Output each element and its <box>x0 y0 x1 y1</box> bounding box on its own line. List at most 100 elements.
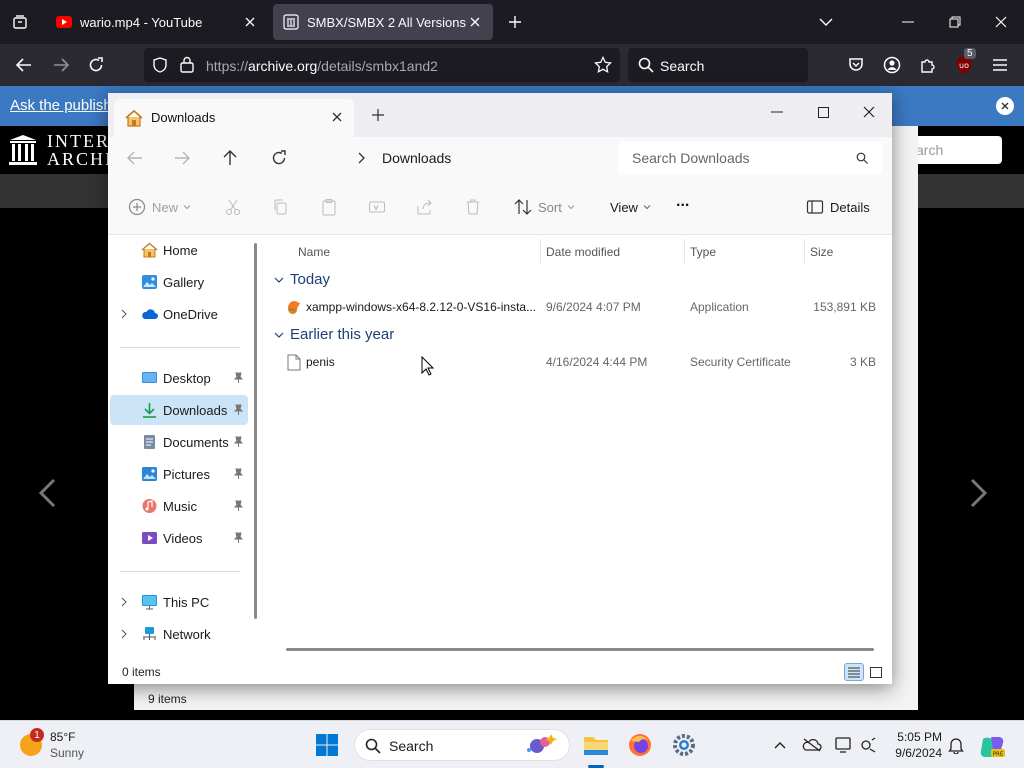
close-icon[interactable] <box>330 110 344 124</box>
taskbar-firefox[interactable] <box>626 731 654 759</box>
network-status-icon <box>861 737 876 753</box>
pocket-button[interactable] <box>844 53 868 77</box>
sidebar-item-documents[interactable]: Documents <box>110 427 248 457</box>
column-divider[interactable] <box>684 239 685 263</box>
reload-button[interactable] <box>84 53 108 77</box>
back-button[interactable] <box>12 53 36 77</box>
view-button[interactable]: View <box>610 196 651 218</box>
explorer-refresh-button[interactable] <box>268 147 290 169</box>
sidebar-item-onedrive[interactable]: OneDrive <box>110 299 248 329</box>
explorer-address-bar: Downloads Search Downloads <box>108 137 892 179</box>
column-header-name[interactable]: Name <box>298 245 330 259</box>
notifications-button[interactable] <box>946 735 966 755</box>
sidebar-item-gallery[interactable]: Gallery <box>110 267 248 297</box>
explorer-close-button[interactable] <box>854 99 884 125</box>
tray-onedrive[interactable] <box>802 735 822 755</box>
paste-icon <box>322 199 336 216</box>
url-text: https://archive.org/details/smbx1and2 <box>206 58 438 74</box>
list-all-tabs-button[interactable] <box>816 12 836 32</box>
explorer-search-input[interactable]: Search Downloads <box>618 142 882 174</box>
copilot-button[interactable]: PRE <box>978 733 1006 761</box>
file-row[interactable]: xampp-windows-x64-8.2.12-0-VS16-insta...… <box>266 293 892 321</box>
info-banner-link[interactable]: Ask the publish <box>10 97 112 114</box>
column-header-type[interactable]: Type <box>690 245 716 259</box>
group-header-today[interactable]: Today <box>274 271 330 288</box>
explorer-maximize-button[interactable] <box>808 99 838 125</box>
close-window-button[interactable] <box>989 10 1013 34</box>
breadcrumb[interactable]: Downloads <box>312 142 608 174</box>
sidebar-item-downloads[interactable]: Downloads <box>110 395 248 425</box>
taskbar-settings[interactable] <box>670 731 698 759</box>
refresh-icon <box>272 150 286 165</box>
column-divider[interactable] <box>804 239 805 263</box>
tray-network[interactable] <box>858 735 878 755</box>
explorer-tab-downloads[interactable]: Downloads <box>114 99 354 137</box>
tab-list-button[interactable] <box>8 10 32 34</box>
dismiss-banner-button[interactable] <box>996 97 1014 115</box>
search-bar[interactable]: Search <box>628 48 808 82</box>
menu-button[interactable] <box>988 53 1012 77</box>
close-tab-button[interactable] <box>467 14 483 30</box>
explorer-back-button[interactable] <box>124 147 146 169</box>
tab-title: SMBX/SMBX 2 All Versions : Wo <box>307 14 467 30</box>
close-tab-button[interactable] <box>242 14 258 30</box>
sidebar-scrollbar[interactable] <box>254 243 257 619</box>
details-pane-button[interactable]: Details <box>806 196 870 218</box>
taskbar-file-explorer[interactable] <box>582 731 610 759</box>
tiles-view-button[interactable] <box>866 663 886 681</box>
show-hidden-icons-button[interactable] <box>770 735 790 755</box>
sidebar-item-network[interactable]: Network <box>110 619 248 649</box>
previous-arrow-icon[interactable] <box>36 478 60 508</box>
taskbar-search[interactable]: Search <box>354 729 570 761</box>
next-arrow-icon[interactable] <box>966 478 990 508</box>
rename-button[interactable] <box>368 196 392 218</box>
chevron-right-icon[interactable] <box>356 152 366 164</box>
tab-archive[interactable]: SMBX/SMBX 2 All Versions : Wo <box>273 4 493 40</box>
system-clock[interactable]: 5:05 PM 9/6/2024 <box>880 729 942 761</box>
extensions-button[interactable] <box>916 53 940 77</box>
paste-button[interactable] <box>320 196 344 218</box>
sidebar-item-music[interactable]: Music <box>110 491 248 521</box>
plus-icon[interactable] <box>370 107 386 123</box>
sidebar-item-home[interactable]: Home <box>110 235 248 265</box>
column-header-date[interactable]: Date modified <box>546 245 620 259</box>
sidebar-item-pictures[interactable]: Pictures <box>110 459 248 489</box>
breadcrumb-downloads[interactable]: Downloads <box>382 150 451 166</box>
internet-archive-logo-icon[interactable] <box>8 134 38 166</box>
shield-icon[interactable] <box>152 57 168 73</box>
arrow-up-icon <box>223 150 237 165</box>
file-row[interactable]: penis 4/16/2024 4:44 PM Security Certifi… <box>266 348 892 376</box>
forward-button[interactable] <box>49 53 73 77</box>
copy-button[interactable] <box>272 196 296 218</box>
weather-widget[interactable]: 1 85°F Sunny <box>18 728 118 762</box>
details-view-button[interactable] <box>844 663 864 681</box>
delete-button[interactable] <box>464 196 488 218</box>
column-divider[interactable] <box>540 239 541 263</box>
sort-button[interactable]: Sort <box>514 196 575 218</box>
account-button[interactable] <box>880 53 904 77</box>
ublock-button[interactable]: uo 5 <box>952 48 976 77</box>
start-button[interactable] <box>313 731 341 759</box>
close-icon <box>470 17 480 27</box>
tab-youtube[interactable]: wario.mp4 - YouTube <box>46 4 268 40</box>
cut-button[interactable] <box>224 196 248 218</box>
star-icon[interactable] <box>594 56 612 74</box>
explorer-up-button[interactable] <box>219 147 241 169</box>
tray-clipboard[interactable] <box>834 735 854 755</box>
new-tab-button[interactable] <box>505 12 525 32</box>
url-bar[interactable]: https://archive.org/details/smbx1and2 <box>144 48 620 82</box>
lock-icon[interactable] <box>180 56 194 73</box>
explorer-forward-button[interactable] <box>171 147 193 169</box>
group-header-earlier-this-year[interactable]: Earlier this year <box>274 326 394 343</box>
explorer-minimize-button[interactable] <box>762 99 792 125</box>
restore-button[interactable] <box>943 10 967 34</box>
minimize-button[interactable] <box>896 10 920 34</box>
sidebar-item-desktop[interactable]: Desktop <box>110 363 248 393</box>
see-more-button[interactable]: ... <box>676 191 689 213</box>
new-button[interactable]: New <box>128 196 191 218</box>
sidebar-item-this-pc[interactable]: This PC <box>110 587 248 617</box>
share-button[interactable] <box>416 196 440 218</box>
sidebar-item-videos[interactable]: Videos <box>110 523 248 553</box>
column-header-size[interactable]: Size <box>810 245 833 259</box>
horizontal-scrollbar[interactable] <box>286 648 874 651</box>
